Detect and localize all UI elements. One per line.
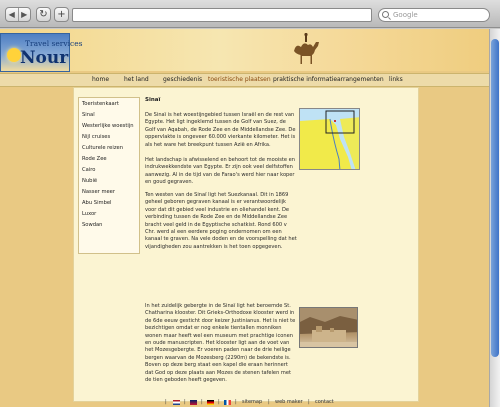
add-bookmark-icon[interactable]: + [54, 7, 69, 22]
footer-separator: | [218, 399, 220, 405]
sidebar-item-sinai[interactable]: Sinaï [82, 112, 95, 118]
sun-icon [7, 48, 21, 62]
back-icon[interactable]: ◀ [6, 8, 19, 21]
sidebar-item-westerlijke-woestijn[interactable]: Westerlijke woestijn [82, 123, 134, 129]
search-placeholder: Google [393, 11, 418, 19]
sidebar-item-nijl-cruises[interactable]: Nijl cruises [82, 134, 110, 140]
map-image [299, 108, 360, 170]
paragraph-suezkanaal: Ten westen van de Sinaï ligt het Suezkan… [145, 192, 297, 250]
sidebar-item-toeristenkaart[interactable]: Toeristenkaart [82, 101, 119, 107]
logo-name: Nour [20, 48, 69, 68]
footer-separator: | [235, 399, 237, 405]
browser-toolbar: ◀ ▶ ↻ + Google [0, 0, 500, 28]
main-nav: home het land geschiedenis toeristische … [0, 73, 489, 87]
footer-link-contact[interactable]: contact [315, 398, 334, 407]
german-flag-icon[interactable] [207, 400, 214, 405]
sidebar-item-rode-zee[interactable]: Rode Zee [82, 156, 107, 162]
footer-separator: | [201, 399, 203, 405]
paragraph-landscape: Het landschap is afwisselend en behoort … [145, 157, 296, 186]
paragraph-intro: De Sinaï is het woestijngebied tussen Is… [145, 112, 296, 148]
footer-separator: | [165, 399, 167, 405]
footer: | | | | | sitemap | web maker | contact [0, 398, 489, 407]
search-icon [382, 11, 389, 18]
footer-link-sitemap[interactable]: sitemap [242, 398, 262, 407]
sidebar-item-sowdan[interactable]: Sowdan [82, 222, 102, 228]
sidebar-item-nasser-meer[interactable]: Nasser meer [82, 189, 115, 195]
sidebar-item-culturele-reizen[interactable]: Culturele reizen [82, 145, 123, 151]
scrollbar-thumb[interactable] [491, 39, 499, 357]
camel-rider-icon [294, 33, 319, 64]
address-bar[interactable] [72, 8, 372, 22]
footer-link-web-maker[interactable]: web maker [275, 398, 303, 407]
sidebar-item-cairo[interactable]: Cairo [82, 167, 95, 173]
search-input[interactable]: Google [378, 8, 490, 22]
logo[interactable]: Travel services Nour [0, 33, 83, 72]
footer-separator: | [308, 399, 310, 405]
sidebar-item-nubie[interactable]: Nubië [82, 178, 97, 184]
nav-item-praktische-informatie[interactable]: praktische informatie [273, 74, 337, 86]
footer-separator: | [268, 399, 270, 405]
nav-item-het-land[interactable]: het land [124, 74, 149, 86]
back-forward-group: ◀ ▶ [5, 7, 31, 22]
footer-separator: | [184, 399, 186, 405]
sidebar-item-luxor[interactable]: Luxor [82, 211, 96, 217]
english-flag-icon[interactable] [190, 400, 197, 405]
nav-item-home[interactable]: home [92, 74, 109, 86]
header-banner: Travel services Nour [0, 29, 489, 72]
nav-item-arrangementen[interactable]: arrangementen [337, 74, 384, 86]
monastery-photo [299, 307, 358, 348]
nav-item-geschiedenis[interactable]: geschiedenis [163, 74, 202, 86]
vertical-scrollbar[interactable] [489, 29, 500, 407]
french-flag-icon[interactable] [224, 400, 231, 405]
sidebar-menu: Toeristenkaart Sinaï Westerlijke woestij… [78, 97, 140, 254]
nav-item-toeristische-plaatsen[interactable]: toeristische plaatsen [208, 74, 271, 86]
nav-item-links[interactable]: links [389, 74, 403, 86]
page-title: Sinaï [145, 97, 161, 103]
paragraph-klooster: In het zuidelijk gebergte in de Sinaï li… [145, 303, 296, 384]
sidebar-item-abu-simbel[interactable]: Abu Simbel [82, 200, 112, 206]
logo-tagline: Travel services [25, 39, 83, 48]
dutch-flag-icon[interactable] [173, 400, 180, 405]
forward-icon[interactable]: ▶ [19, 8, 31, 21]
reload-icon[interactable]: ↻ [36, 7, 51, 22]
web-page: Travel services Nour home het land gesch… [0, 29, 489, 407]
